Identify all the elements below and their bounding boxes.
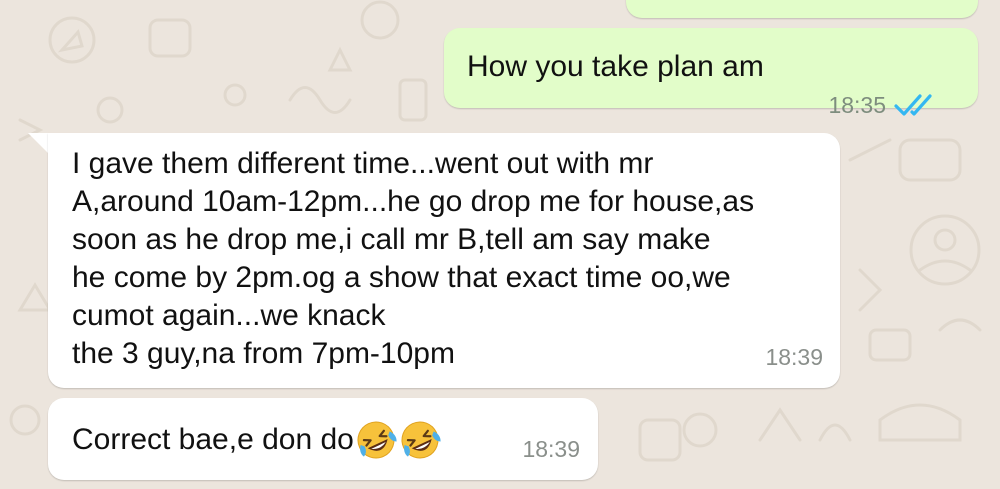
message-text: Correct bae,e don do (72, 423, 354, 456)
message-bubble-partial[interactable] (626, 0, 978, 18)
message-text: How you take plan am (467, 50, 764, 83)
message-bubble-incoming[interactable]: Correct bae,e don do 18:39 (48, 398, 598, 480)
message-line: he come by 2pm.og a show that exact time… (72, 261, 731, 294)
message-text-row: Correct bae,e don do (72, 419, 442, 461)
message-timestamp: 18:39 (765, 344, 823, 370)
bubble-tail (28, 133, 50, 155)
message-line: the 3 guy,na from 7pm-10pm (72, 337, 455, 370)
message-line: soon as he drop me,i call mr B,tell am s… (72, 223, 711, 256)
message-line: A,around 10am-12pm...he go drop me for h… (72, 185, 755, 218)
double-check-read-icon (894, 94, 932, 116)
message-bubble-outgoing[interactable]: How you take plan am 18:35 (444, 28, 978, 118)
message-line: I gave them different time...went out wi… (72, 147, 654, 180)
message-line: cumot again...we knack (72, 299, 386, 332)
message-timestamp: 18:39 (522, 436, 580, 462)
message-bubble-incoming[interactable]: I gave them different time...went out wi… (48, 133, 840, 388)
message-text: I gave them different time...went out wi… (72, 145, 832, 373)
rolling-on-floor-laughing-emoji-icon (354, 419, 398, 461)
message-timestamp: 18:35 (828, 92, 886, 118)
rolling-on-floor-laughing-emoji-icon (398, 419, 442, 461)
message-meta: 18:35 (828, 86, 938, 124)
